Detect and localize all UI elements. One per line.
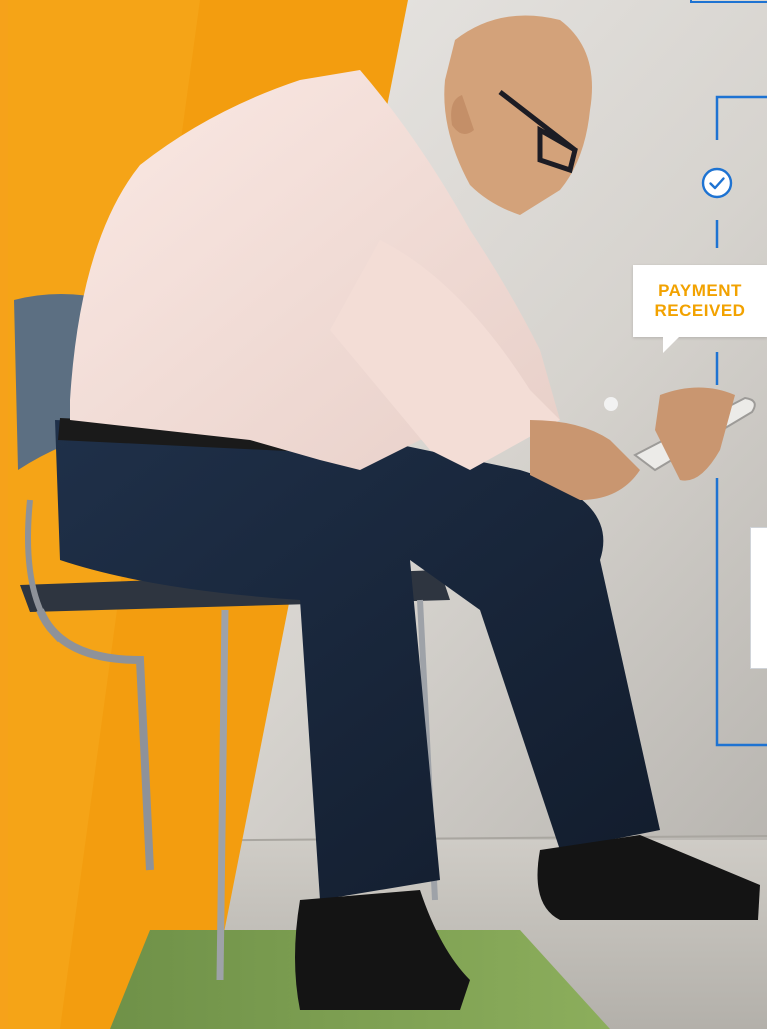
payment-received-callout: PAYMENT RECEIVED (633, 265, 767, 353)
stylus-cap (604, 397, 618, 411)
chair-leg-1 (216, 609, 229, 981)
photo-scene (0, 0, 767, 1029)
callout-line-2: RECEIVED (654, 301, 746, 320)
card-edge (750, 527, 767, 669)
callout-tail (663, 337, 679, 353)
orange-left-edge (0, 0, 8, 1029)
callout-line-1: PAYMENT (658, 281, 742, 300)
check-circle-icon (701, 167, 733, 199)
top-frame-edge (690, 0, 767, 3)
